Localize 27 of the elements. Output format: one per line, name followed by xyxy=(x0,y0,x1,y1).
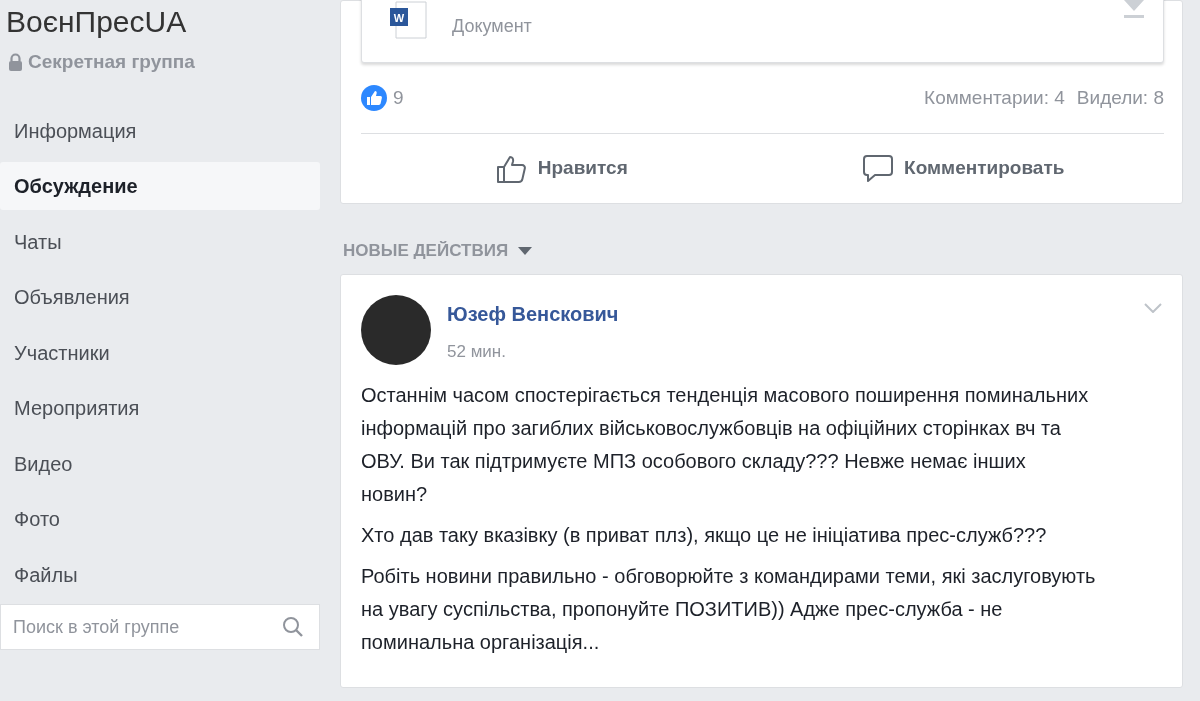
post-paragraph: Робіть новини правильно - обговорюйте з командирами теми, які заслуговують на увагу суспільства, пропонуйте ПОЗИТИВ)) Адже прес-служба - не поминальна організація... xyxy=(361,563,1096,655)
attachment-type: Документ xyxy=(452,15,532,38)
sidebar-item[interactable]: Фото xyxy=(0,495,320,543)
lock-icon xyxy=(8,53,23,72)
post-paragraph: Останнім часом спостерігається тенденція масового поширення поминальних інформацій про загиблих військовослужбовців на офіційних сторінках вч та ОВУ. Ви так підтримуєте МПЗ особового складу??? Невже немає інших новин? xyxy=(361,382,1090,507)
sidebar-item[interactable]: Обсуждение xyxy=(0,162,320,210)
post-paragraph: Хто дав таку вказівку (в приват плз), якщо це не ініціатива прес-служб??? xyxy=(361,522,1048,548)
like-button[interactable]: Нравится xyxy=(361,134,763,203)
sidebar-item[interactable]: Объявления xyxy=(0,273,320,321)
speech-bubble-icon xyxy=(862,153,895,184)
group-name[interactable]: ВоєнПресUA xyxy=(0,0,320,40)
comment-button[interactable]: Комментировать xyxy=(762,134,1164,203)
thumbs-up-icon xyxy=(495,153,528,184)
sidebar-item[interactable]: Информация xyxy=(0,106,320,155)
attachment-card[interactable]: W Документ xyxy=(361,0,1164,63)
like-reaction-icon[interactable] xyxy=(361,85,387,111)
sidebar-item[interactable]: Видео xyxy=(0,439,320,488)
author-name[interactable]: Юзеф Венскович xyxy=(447,298,619,329)
chevron-down-icon[interactable] xyxy=(1144,302,1162,313)
sidebar-item[interactable]: Участники xyxy=(0,328,320,377)
search-icon[interactable] xyxy=(282,616,304,638)
sidebar-item[interactable]: Файлы xyxy=(0,550,320,599)
sidebar-item[interactable]: Мероприятия xyxy=(0,384,320,432)
search-field[interactable]: Поиск в этой группе xyxy=(0,604,320,650)
privacy-label: Секретная группа xyxy=(28,50,195,74)
caret-icon[interactable] xyxy=(518,246,533,255)
sidebar-item[interactable]: Чаты xyxy=(0,217,320,266)
